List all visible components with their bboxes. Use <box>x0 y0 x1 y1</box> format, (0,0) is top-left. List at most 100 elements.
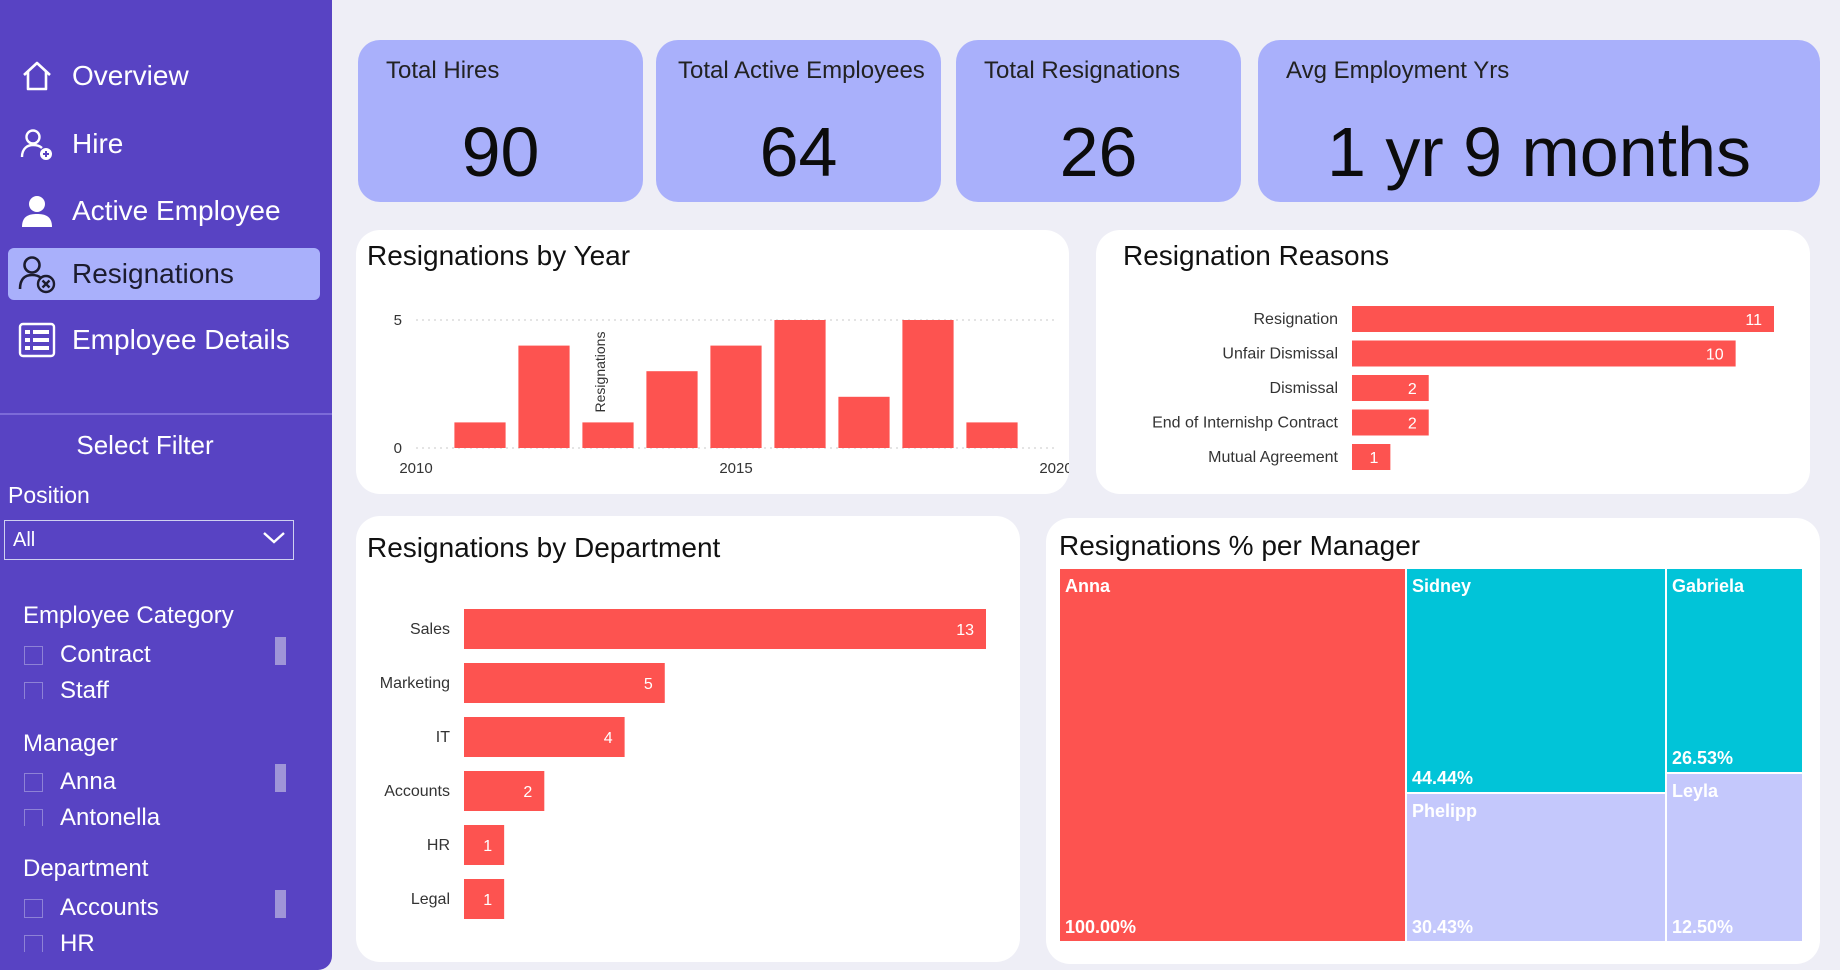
data-label: 5 <box>644 676 653 693</box>
manager-slicer: Anna Antonella <box>24 764 286 826</box>
slicer-option-contract[interactable]: Contract <box>24 637 286 673</box>
resignation-reasons-chart: Resignation 11 Unfair Dismissal 10 Dismissal… <box>1152 306 1774 470</box>
y-axis-label: Resignations <box>592 332 608 413</box>
nav-item-overview[interactable]: Overview <box>8 50 320 102</box>
add-user-icon <box>16 123 58 165</box>
position-dropdown-value: All <box>13 528 36 551</box>
slicer-option-label: Accounts <box>60 894 159 921</box>
checkbox[interactable] <box>24 808 43 826</box>
slicer-option-label: Staff <box>60 677 109 699</box>
sidebar-divider <box>0 413 332 415</box>
bar <box>774 320 826 448</box>
category-label: Unfair Dismissal <box>1222 346 1338 363</box>
slicer-option-anna[interactable]: Anna <box>24 764 286 800</box>
slicer-option-accounts[interactable]: Accounts <box>24 890 286 926</box>
slicer-option-hr[interactable]: HR <box>24 926 286 952</box>
treemap-cell-value: 12.50% <box>1672 917 1733 937</box>
kpi-value: 64 <box>759 113 838 191</box>
kpi-card-total-hires: Total Hires 90 <box>358 40 643 202</box>
department-slicer-title: Department <box>23 855 149 882</box>
data-label: 1 <box>483 892 492 909</box>
bar <box>710 345 762 448</box>
treemap-cell-value: 44.44% <box>1412 768 1473 788</box>
x-tick-label: 2020 <box>1039 460 1069 477</box>
employee-category-slicer: Contract Staff <box>24 637 286 699</box>
data-label: 2 <box>1408 416 1417 433</box>
slicer-option-staff[interactable]: Staff <box>24 673 286 699</box>
checkbox[interactable] <box>24 898 43 918</box>
category-label: Accounts <box>384 783 450 800</box>
data-label: 1 <box>1369 450 1378 467</box>
slicer-scrollbar[interactable] <box>275 890 286 918</box>
treemap-cell-value: 30.43% <box>1412 917 1473 937</box>
slicer-option-antonella[interactable]: Antonella <box>24 800 286 826</box>
bar <box>1352 375 1429 401</box>
bar <box>464 717 625 757</box>
slicer-option-label: Contract <box>60 641 151 668</box>
category-label: Dismissal <box>1270 380 1338 397</box>
data-label: 2 <box>523 784 532 801</box>
bar <box>582 422 634 448</box>
treemap-cell-name: Anna <box>1065 576 1111 596</box>
chart-panel-resignation-reasons: Resignation Reasons Resignation 11 Unfair … <box>1096 230 1810 494</box>
data-label: 13 <box>956 622 974 639</box>
category-label: IT <box>436 729 450 746</box>
bar <box>1352 340 1736 367</box>
category-label: End of Internishp Contract <box>1152 415 1338 432</box>
treemap-cell-value: 26.53% <box>1672 748 1733 768</box>
nav-item-active-employee[interactable]: Active Employee <box>8 185 320 237</box>
treemap-cell <box>1058 567 1407 943</box>
checkbox[interactable] <box>24 681 43 699</box>
department-slicer: Accounts HR <box>24 890 286 952</box>
data-label: 1 <box>483 838 492 855</box>
employee-category-slicer-title: Employee Category <box>23 602 234 629</box>
bar <box>518 345 570 448</box>
kpi-card-total-resignations: Total Resignations 26 <box>956 40 1241 202</box>
chevron-down-icon <box>261 529 287 552</box>
category-label: Legal <box>411 891 450 908</box>
checkbox[interactable] <box>24 934 43 952</box>
category-label: Marketing <box>380 675 450 692</box>
bar <box>1352 306 1774 332</box>
home-icon <box>16 55 58 97</box>
x-tick-label: 2015 <box>719 460 752 477</box>
bar <box>902 320 954 448</box>
nav-item-resignations[interactable]: Resignations <box>8 248 320 300</box>
kpi-label: Total Active Employees <box>678 57 925 84</box>
nav-item-employee-details[interactable]: Employee Details <box>8 314 320 366</box>
chart-panel-resignations-per-manager: Resignations % per Manager Anna 100.00% Si… <box>1046 518 1820 964</box>
slicer-option-label: Anna <box>60 768 117 795</box>
category-label: Resignation <box>1254 311 1339 328</box>
checkbox[interactable] <box>24 772 43 792</box>
bar <box>464 609 986 649</box>
category-label: Sales <box>410 621 450 638</box>
kpi-value: 90 <box>461 113 540 191</box>
filter-title: Select Filter <box>76 430 214 460</box>
treemap-cell-name: Leyla <box>1672 781 1719 801</box>
checkbox[interactable] <box>24 645 43 665</box>
y-tick-label: 5 <box>394 312 402 329</box>
kpi-label: Total Hires <box>386 57 500 84</box>
nav-label-resignations: Resignations <box>72 258 234 289</box>
kpi-value: 26 <box>1059 113 1138 191</box>
treemap-cell <box>1405 567 1667 794</box>
resignations-by-year-chart: Resignations 0 5 2010 2015 2020 <box>394 312 1069 477</box>
bar <box>1352 409 1429 436</box>
user-icon <box>16 190 58 232</box>
bar <box>646 371 698 448</box>
slicer-scrollbar[interactable] <box>275 637 286 665</box>
nav-label-employee-details: Employee Details <box>72 324 290 355</box>
data-label: 10 <box>1706 347 1724 364</box>
treemap-cell-name: Phelipp <box>1412 801 1477 821</box>
manager-slicer-title: Manager <box>23 730 118 757</box>
resignations-by-department-chart: Sales 13 Marketing 5 IT 4 Accounts 2 HR 1 Legal 1 <box>380 609 986 919</box>
treemap-cell-name: Sidney <box>1412 576 1471 596</box>
slicer-option-label: HR <box>60 930 95 952</box>
data-label: 11 <box>1745 312 1762 329</box>
nav-item-hire[interactable]: Hire <box>8 118 320 170</box>
kpi-value: 1 yr 9 months <box>1326 113 1752 191</box>
kpi-label: Total Resignations <box>984 57 1181 84</box>
slicer-scrollbar[interactable] <box>275 764 286 792</box>
x-tick-label: 2010 <box>399 460 432 477</box>
position-dropdown[interactable]: All <box>4 520 294 560</box>
